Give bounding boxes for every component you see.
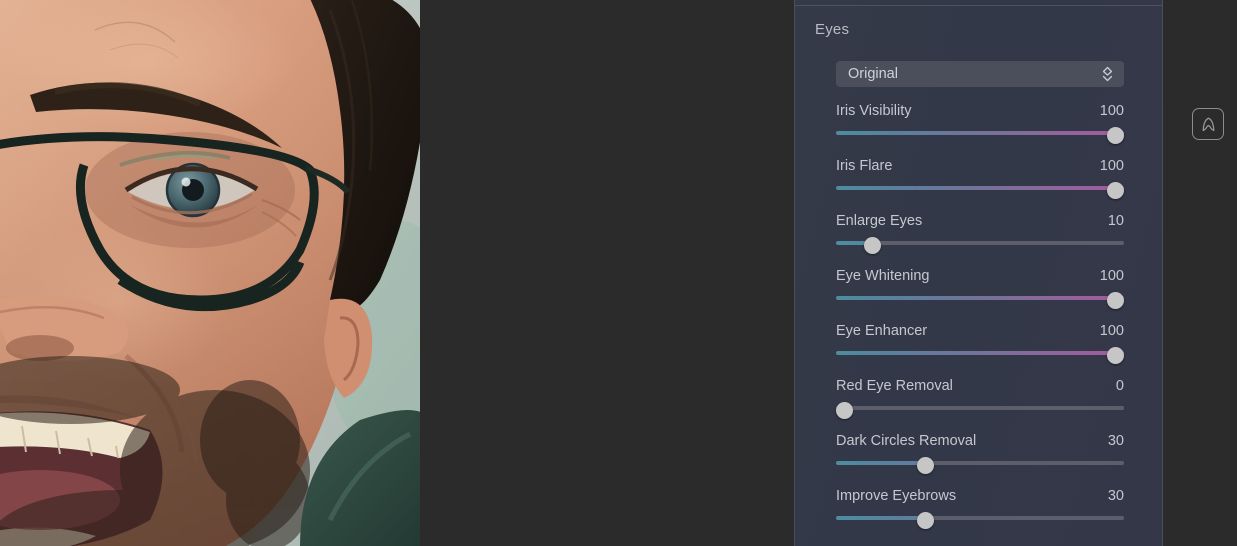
slider-row: Eye Enhancer 100	[836, 323, 1124, 378]
slider-fill	[836, 516, 926, 520]
image-canvas[interactable]	[0, 0, 794, 546]
eyes-preset-select[interactable]: Original	[836, 61, 1124, 87]
slider-row: Improve Eyebrows 30	[836, 488, 1124, 543]
slider-fill	[836, 186, 1124, 190]
slider-row: Enlarge Eyes 10	[836, 213, 1124, 268]
slider-value: 0	[1115, 378, 1124, 394]
slider-label: Iris Flare	[836, 158, 893, 174]
slider-value: 10	[1107, 213, 1124, 229]
slider-fill	[836, 461, 926, 465]
slider-row: Dark Circles Removal 30	[836, 433, 1124, 488]
slider-fill	[836, 351, 1124, 355]
chevron-up-down-icon	[1102, 66, 1113, 82]
slider-label: Red Eye Removal	[836, 378, 953, 394]
portrait-photo-graphic	[0, 0, 420, 546]
slider-thumb[interactable]	[1107, 346, 1124, 364]
slider-track[interactable]	[836, 351, 1124, 355]
slider-label: Eye Enhancer	[836, 323, 928, 339]
slider-track[interactable]	[836, 406, 1124, 410]
panel-divider	[795, 5, 1162, 6]
slider-label: Dark Circles Removal	[836, 433, 977, 449]
panel-title: Eyes	[815, 21, 850, 38]
slider-label: Eye Whitening	[836, 268, 930, 284]
slider-label: Improve Eyebrows	[836, 488, 957, 504]
slider-row: Iris Visibility 100	[836, 103, 1124, 158]
eyes-settings-panel: Eyes Original Iris Visibility 100 Iris Fla…	[794, 0, 1163, 546]
slider-thumb[interactable]	[863, 236, 881, 254]
right-toolstrip	[1163, 0, 1237, 546]
slider-thumb[interactable]	[1107, 181, 1124, 199]
slider-thumb[interactable]	[836, 401, 853, 419]
eyes-preset-value: Original	[848, 66, 898, 82]
face-beautify-tool-button[interactable]	[1192, 108, 1224, 140]
slider-track[interactable]	[836, 186, 1124, 190]
slider-thumb[interactable]	[916, 456, 934, 474]
slider-row: Iris Flare 100	[836, 158, 1124, 213]
slider-value: 30	[1107, 488, 1124, 504]
slider-row: Red Eye Removal 0	[836, 378, 1124, 433]
slider-value: 100	[1099, 323, 1124, 339]
slider-value: 100	[1099, 158, 1124, 174]
slider-label: Iris Visibility	[836, 103, 912, 119]
face-arch-icon	[1200, 116, 1217, 133]
slider-value: 30	[1107, 433, 1124, 449]
portrait-photo[interactable]	[0, 0, 420, 546]
slider-track[interactable]	[836, 461, 1124, 465]
slider-thumb[interactable]	[1107, 126, 1124, 144]
slider-label: Enlarge Eyes	[836, 213, 923, 229]
slider-fill	[836, 296, 1124, 300]
slider-fill	[836, 131, 1124, 135]
slider-track[interactable]	[836, 516, 1124, 520]
eyes-slider-list: Iris Visibility 100 Iris Flare 100 Enlarge E…	[836, 103, 1124, 543]
slider-thumb[interactable]	[916, 511, 934, 529]
slider-track[interactable]	[836, 131, 1124, 135]
slider-row: Eye Whitening 100	[836, 268, 1124, 323]
slider-value: 100	[1099, 268, 1124, 284]
slider-value: 100	[1099, 103, 1124, 119]
slider-track[interactable]	[836, 296, 1124, 300]
slider-thumb[interactable]	[1107, 291, 1124, 309]
